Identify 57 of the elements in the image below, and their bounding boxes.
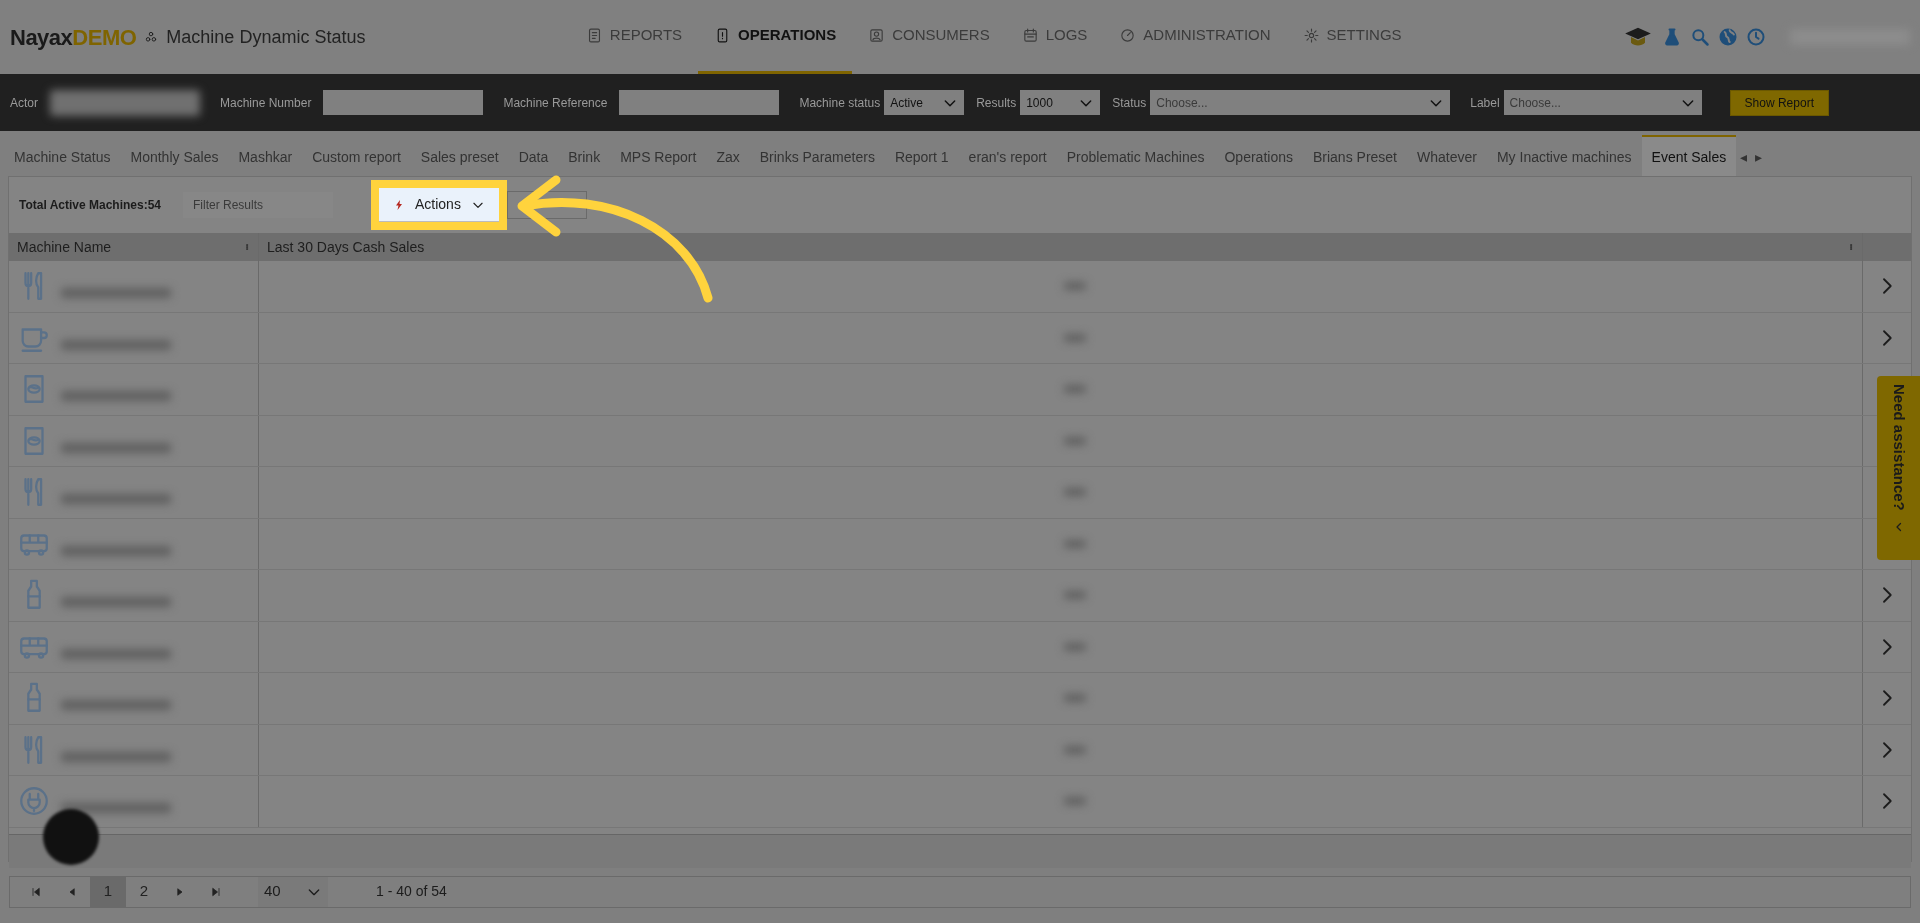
search-icon[interactable] [1690, 27, 1710, 47]
status-select[interactable]: Choose... [1150, 90, 1451, 115]
clock-icon[interactable] [1746, 27, 1766, 47]
report-tab[interactable]: My Inactive machines [1486, 135, 1642, 176]
machine-number-field[interactable] [323, 90, 484, 115]
field-label: Machine Reference [503, 94, 608, 112]
calendar-icon [1021, 27, 1039, 44]
label-select[interactable]: Choose... [1503, 90, 1702, 115]
report-tab[interactable]: eran's report [958, 135, 1057, 176]
field-label: Results [976, 94, 1017, 112]
nav-tab[interactable]: SETTINGS [1286, 0, 1418, 74]
report-tab[interactable]: Operations [1214, 135, 1303, 176]
report-tab[interactable]: Mashkar [228, 135, 303, 176]
report-tab[interactable]: Whatever [1407, 135, 1487, 176]
report-tab[interactable]: Report 1 [884, 135, 959, 176]
report-tab[interactable]: Brinks Parameters [749, 135, 885, 176]
flask-icon[interactable] [1662, 27, 1682, 47]
machine-status-select[interactable]: Active [884, 90, 965, 115]
dropdown-button[interactable] [506, 191, 587, 219]
report-tab[interactable]: Zax [706, 135, 750, 176]
report-tab[interactable]: Brink [558, 135, 611, 176]
machine-reference-field[interactable] [619, 90, 780, 115]
gauge-icon [1119, 27, 1137, 44]
field-label: Machine status [799, 94, 881, 112]
report-tab[interactable]: Sales preset [410, 135, 509, 176]
report-tab[interactable]: Event Sales [1641, 135, 1737, 176]
person-card-icon [868, 27, 886, 44]
report-tab[interactable]: Brians Preset [1302, 135, 1407, 176]
nav-tab[interactable]: REPORTS [569, 0, 699, 74]
nodes-icon [144, 30, 159, 44]
field-label: Machine Number [220, 94, 312, 112]
results-select[interactable]: 1000 [1020, 90, 1101, 115]
report-tab[interactable]: MPS Report [610, 135, 707, 176]
report-tab[interactable]: Custom report [302, 135, 411, 176]
report-tab[interactable]: Machine Status [4, 135, 121, 176]
logo: NayaxDEMO [10, 23, 137, 52]
nav-tab[interactable]: CONSUMERS [852, 0, 1006, 74]
actor-field[interactable] [50, 89, 200, 116]
actions-button[interactable]: Actions [379, 188, 499, 222]
column-header: Last 30 Days Cash Sales [267, 237, 425, 257]
assistance-tab[interactable]: Need assistance? [1877, 376, 1920, 560]
tab-scroll-button[interactable]: ▸ [1751, 135, 1767, 176]
field-label: Status [1112, 94, 1147, 112]
nav-tab[interactable]: LOGS [1005, 0, 1104, 74]
nav-tab[interactable]: ADMINISTRATION [1103, 0, 1287, 74]
field-label: Actor [10, 94, 38, 112]
tab-scroll-button[interactable]: ◂ [1736, 135, 1752, 176]
show-report-button[interactable]: Show Report [1729, 89, 1829, 116]
report-tab[interactable]: Problematic Machines [1056, 135, 1215, 176]
page-title: Machine Dynamic Status [166, 25, 366, 49]
report-tab[interactable]: Data [508, 135, 559, 176]
settings-icon [1302, 27, 1320, 44]
field-label: Label [1470, 94, 1500, 112]
globe-icon[interactable] [1718, 27, 1738, 47]
column-header: Machine Name [17, 237, 112, 257]
total-count: Total Active Machines:54 [19, 197, 163, 214]
report-tab[interactable]: Monthly Sales [120, 135, 229, 176]
